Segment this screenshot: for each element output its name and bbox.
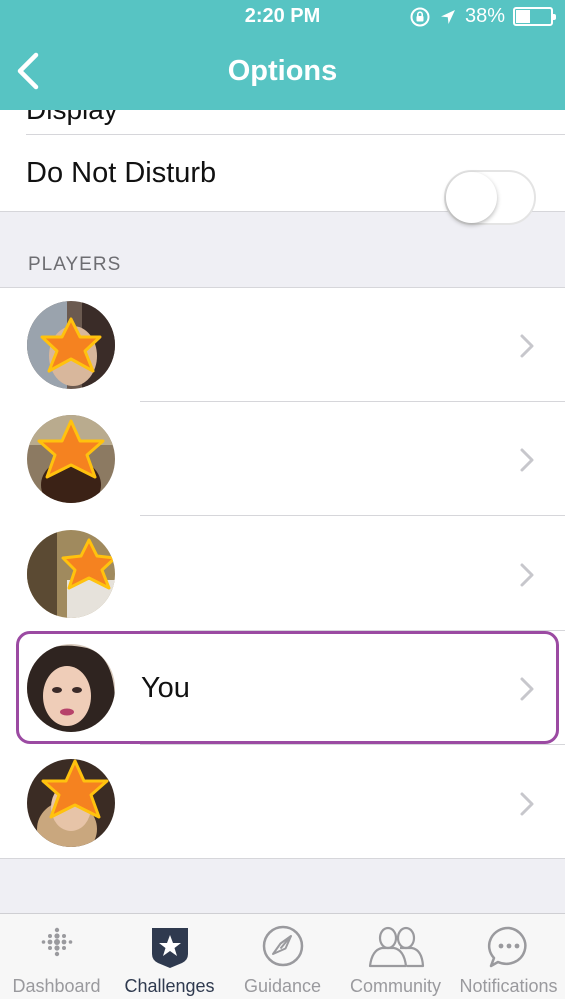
player-avatar (27, 301, 115, 389)
player-row[interactable] (0, 288, 565, 402)
tab-label: Guidance (243, 976, 322, 996)
player-row[interactable] (0, 402, 565, 516)
status-indicators: 38% (409, 5, 556, 28)
battery-icon (513, 7, 556, 26)
toggle-knob (446, 172, 497, 223)
player-avatar (27, 415, 115, 503)
page-title: Options (227, 55, 338, 87)
status-bar: 2:20 PM 38% (0, 0, 565, 34)
player-avatar (27, 759, 115, 847)
settings-section: Display Do Not Disturb (0, 110, 565, 225)
chevron-right-icon (520, 448, 534, 472)
navigation-header: 2:20 PM 38% Options (0, 0, 565, 110)
tab-dashboard[interactable]: Dashboard (0, 914, 113, 999)
do-not-disturb-toggle[interactable] (444, 170, 536, 225)
location-arrow-icon (440, 9, 455, 24)
tab-label: Dashboard (12, 976, 101, 996)
chevron-right-icon (520, 334, 534, 358)
do-not-disturb-label: Do Not Disturb (26, 157, 217, 189)
chevron-right-icon (520, 563, 534, 587)
rotation-lock-icon (410, 7, 430, 26)
tab-label: Community (349, 976, 442, 996)
player-avatar (27, 530, 115, 618)
players-section-header: PLAYERS (28, 254, 122, 275)
chevron-right-icon (520, 792, 534, 816)
display-row[interactable]: Display (26, 110, 565, 135)
tab-challenges[interactable]: Challenges (113, 914, 226, 999)
player-row[interactable] (0, 517, 565, 631)
tab-label: Challenges (124, 976, 215, 996)
do-not-disturb-row: Do Not Disturb (0, 135, 565, 225)
people-icon (368, 926, 424, 968)
tab-community[interactable]: Community (339, 914, 452, 999)
players-list: You (0, 287, 565, 859)
dots-grid-icon (41, 927, 72, 957)
tab-bar: Dashboard Challenges Guidance Community … (0, 913, 565, 999)
tab-guidance[interactable]: Guidance (226, 914, 339, 999)
tab-label: Notifications (459, 976, 558, 996)
chat-bubble-icon (487, 926, 527, 968)
tab-notifications[interactable]: Notifications (452, 914, 565, 999)
player-row[interactable] (0, 746, 565, 860)
star-badge-icon (151, 928, 188, 968)
options-content[interactable]: Display Do Not Disturb PLAYERS (0, 110, 565, 913)
you-highlight-outline (16, 631, 559, 744)
display-row-label: Display (26, 110, 118, 126)
battery-percentage: 38% (464, 5, 505, 27)
compass-icon (262, 925, 303, 967)
